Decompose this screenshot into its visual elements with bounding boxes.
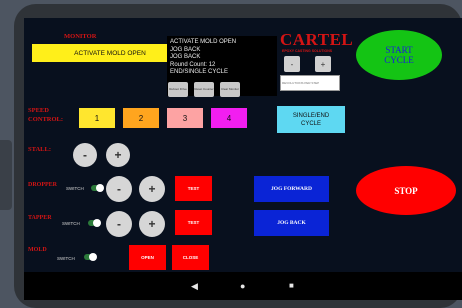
nav-home-icon[interactable]: ● <box>240 280 245 292</box>
cartel-logo: CARTEL <box>280 30 354 49</box>
log-line: END/SINGLE CYCLE <box>170 69 229 76</box>
start-cycle-button[interactable]: START CYCLE <box>356 30 442 80</box>
revolutions-input[interactable] <box>280 75 340 91</box>
speed-2-button[interactable]: 2 <box>123 108 159 128</box>
tapper-toggle[interactable] <box>88 219 101 227</box>
tapper-label: TAPPER <box>28 215 52 221</box>
tapper-switch-label: SWITCH <box>62 221 80 226</box>
monitor-label: MONITOR <box>64 33 97 40</box>
brand-tagline: EPOXY CASTING SOLUTIONS <box>282 49 333 53</box>
rev-minus-button[interactable]: - <box>284 56 300 72</box>
dropper-switch-label: SWITCH <box>66 186 84 191</box>
log-line: JOG BACK <box>170 46 201 53</box>
stall-minus-button[interactable]: - <box>73 143 97 167</box>
speed-1-button[interactable]: 1 <box>79 108 115 128</box>
log-line: ACTIVATE MOLD OPEN <box>170 39 237 45</box>
reboot-drive-button[interactable]: Reboot Drive <box>168 82 188 97</box>
speed-4-button[interactable]: 4 <box>211 108 247 128</box>
dropper-plus-button[interactable]: + <box>139 176 165 202</box>
monitor-status-bar: ACTIVATE MOLD OPEN <box>32 44 188 62</box>
dropper-test-button[interactable]: TEST <box>175 176 212 201</box>
stall-plus-button[interactable]: + <box>106 143 130 167</box>
toggle-knob <box>89 253 97 261</box>
jog-back-button[interactable]: JOG BACK <box>254 210 329 236</box>
rev-plus-button[interactable]: + <box>315 56 331 72</box>
android-nav-bar: ◀ ● ■ <box>24 272 462 300</box>
toggle-knob <box>96 184 104 192</box>
nav-back-icon[interactable]: ◀ <box>191 280 198 292</box>
tapper-test-button[interactable]: TEST <box>175 210 212 235</box>
app-screen: MONITOR ACTIVATE MOLD OPEN ACTIVATE MOLD… <box>24 18 462 272</box>
mold-switch-label: SWITCH <box>57 256 75 261</box>
tapper-minus-button[interactable]: - <box>106 211 132 237</box>
mold-toggle[interactable] <box>84 253 97 261</box>
side-handle <box>0 140 12 210</box>
stall-label: STALL: <box>28 146 51 153</box>
single-end-cycle-button[interactable]: SINGLE/END CYCLE <box>277 106 345 133</box>
stop-button[interactable]: STOP <box>356 166 456 215</box>
log-line: Round Count: 12 <box>170 61 216 68</box>
speed-control-label: SPEED CONTROL: <box>28 107 64 123</box>
reset-counter-button[interactable]: Reset Counter <box>194 82 214 97</box>
log-line: JOG BACK <box>170 54 201 61</box>
toggle-knob <box>93 219 101 227</box>
dropper-toggle[interactable] <box>91 184 104 192</box>
dropper-minus-button[interactable]: - <box>106 176 132 202</box>
speed-3-button[interactable]: 3 <box>167 108 203 128</box>
dropper-label: DROPPER <box>28 182 57 188</box>
mold-open-button[interactable]: OPEN <box>129 245 166 270</box>
nav-recents-icon[interactable]: ■ <box>289 280 294 292</box>
clear-monitor-button[interactable]: Clear Monitor <box>220 82 240 97</box>
tapper-plus-button[interactable]: + <box>139 211 165 237</box>
mold-close-button[interactable]: CLOSE <box>172 245 209 270</box>
jog-forward-button[interactable]: JOG FORWARD <box>254 176 329 202</box>
mold-label: MOLD <box>28 247 47 253</box>
